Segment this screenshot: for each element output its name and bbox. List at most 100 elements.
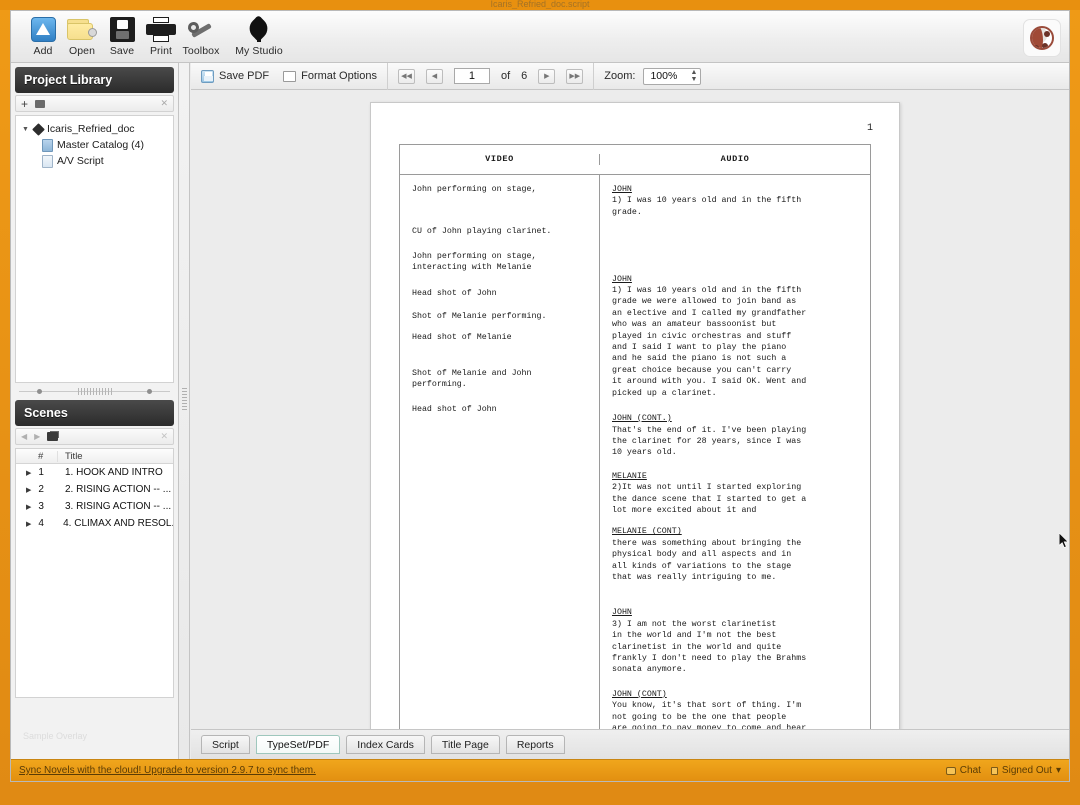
document-page-number: 1 (866, 123, 873, 134)
page-count-label: 6 (521, 70, 528, 82)
tab-script[interactable]: Script (201, 735, 250, 754)
video-cell: John performing on stage, (412, 185, 537, 194)
audio-text: 3) I am not the worst clarinetist in the… (612, 619, 807, 675)
sidebar-horizontal-splitter[interactable] (19, 387, 170, 396)
audio-text: That's the end of it. I've been playing … (612, 425, 807, 458)
x-icon[interactable]: ✕ (160, 431, 168, 442)
next-page-icon[interactable]: ▶ (538, 68, 556, 84)
page-number-input[interactable]: 1 (453, 68, 490, 84)
expand-icon[interactable]: ▶ (26, 486, 31, 494)
cards-icon[interactable] (47, 432, 59, 441)
video-cell: John performing on stage, interacting wi… (412, 251, 537, 273)
audio-cell: JOHN (CONT) You know, it's that sort of t… (612, 689, 860, 729)
video-cell: Head shot of John (412, 288, 497, 298)
chat-button[interactable]: Chat (945, 765, 981, 776)
twisty-icon[interactable]: ▼ (22, 126, 30, 133)
chat-label: Chat (959, 765, 981, 776)
tab-reports[interactable]: Reports (505, 735, 565, 754)
audio-speaker: JOHN (612, 274, 632, 284)
pdf-viewer[interactable]: 1 VIDEO AUDIO John performing on stage, C… (191, 90, 1069, 729)
left-arrow-icon[interactable]: ◀ (21, 432, 27, 441)
tab-index-cards[interactable]: Index Cards (346, 735, 425, 754)
tree-item-label: A/V Script (57, 155, 104, 167)
first-page-icon[interactable]: ◀◀ (397, 68, 415, 84)
expand-icon[interactable]: ▶ (26, 469, 31, 477)
account-status-label: Signed Out (1001, 765, 1052, 776)
audio-text: 1) I was 10 years old and in the fifth g… (612, 196, 802, 217)
sidebar-vertical-splitter[interactable] (179, 63, 190, 759)
tab-title-page[interactable]: Title Page (430, 735, 500, 754)
scenes-grid[interactable]: # Title ▶ 1 1. HOOK AND INTRO ▶ 2 2. RISIN… (15, 448, 174, 698)
mouse-cursor (1059, 533, 1069, 548)
tree-item-label: Icaris_Refried_doc (47, 123, 135, 135)
project-library-tree[interactable]: ▼ Icaris_Refried_doc Master Catalog (4) … (15, 115, 174, 383)
tree-item-label: Master Catalog (4) (57, 139, 144, 151)
toolbar-label-toolbox: Toolbox (182, 45, 220, 57)
scene-row[interactable]: ▶ 4 4. CLIMAX AND RESOL... (16, 515, 173, 532)
scenes-grid-header: # Title (16, 449, 173, 464)
plus-icon[interactable]: + (21, 97, 28, 111)
scene-row[interactable]: ▶ 2 2. RISING ACTION -- ... (16, 481, 173, 498)
zoom-select[interactable]: 100% ▲ ▼ (643, 67, 702, 85)
page-of-label: of (500, 70, 511, 82)
audio-cell: JOHN 1) I was 10 years old and in the fif… (612, 184, 860, 218)
document-icon (42, 154, 53, 168)
scene-title: 3. RISING ACTION -- ... (65, 501, 172, 512)
application-window: Add Open Save Print Toolbox My Studio Pr… (10, 10, 1070, 782)
x-icon[interactable]: ✕ (160, 98, 168, 109)
video-cell: Head shot of Melanie (412, 333, 512, 343)
scene-number: 4 (38, 518, 44, 529)
expand-icon[interactable]: ▶ (26, 503, 31, 511)
toolbar-button-toolbox[interactable]: Toolbox (171, 14, 231, 57)
chevron-down-icon: ▾ (1055, 765, 1061, 776)
tree-item-project[interactable]: ▼ Icaris_Refried_doc (16, 121, 173, 137)
save-pdf-button[interactable]: Save PDF (201, 69, 270, 83)
window-title: Icaris_Refried_doc.script (490, 0, 590, 9)
format-options-icon (283, 70, 297, 82)
wrench-icon (171, 14, 231, 44)
chat-icon (945, 766, 956, 775)
sync-upgrade-link[interactable]: Sync Novels with the cloud! Upgrade to v… (19, 765, 316, 776)
table-header-row: VIDEO AUDIO (400, 145, 870, 175)
toolbar-label-my-studio: My Studio (235, 45, 283, 57)
audio-speaker: JOHN (CONT.) (612, 414, 672, 424)
folder-icon[interactable] (35, 99, 46, 108)
audio-speaker: MELANIE (CONT) (612, 527, 682, 537)
account-status-button[interactable]: Signed Out ▾ (990, 765, 1061, 776)
audio-speaker: JOHN (612, 185, 632, 194)
scene-title: 1. HOOK AND INTRO (65, 467, 163, 478)
desktop-background: Icaris_Refried_doc.script Add Open Save (0, 0, 1080, 805)
audio-column: JOHN 1) I was 10 years old and in the fif… (600, 175, 870, 729)
tree-item-master-catalog[interactable]: Master Catalog (4) (16, 137, 173, 153)
chevron-updown-icon: ▲ ▼ (690, 69, 698, 83)
audio-cell: MELANIE (CONT) there was something about … (612, 526, 860, 583)
pdf-toolbar: Save PDF Format Options ◀◀ ◀ 1 of 6 ▶ ▶▶ (191, 62, 1069, 90)
tree-item-av-script[interactable]: A/V Script (16, 153, 173, 169)
audio-text: 1) I was 10 years old and in the fifth g… (612, 286, 807, 398)
project-library-header: Project Library (15, 67, 174, 93)
table-body: John performing on stage, CU of John play… (400, 175, 870, 729)
right-arrow-icon[interactable]: ▶ (34, 432, 40, 441)
app-logo-icon[interactable] (1023, 19, 1061, 57)
save-pdf-label: Save PDF (219, 70, 270, 82)
save-pdf-icon (201, 69, 214, 83)
document-page: 1 VIDEO AUDIO John performing on stage, C… (370, 102, 1069, 729)
audio-speaker: JOHN (CONT) (612, 689, 667, 699)
toolbar-button-my-studio[interactable]: My Studio (223, 14, 295, 57)
main-toolbar: Add Open Save Print Toolbox My Studio (11, 11, 1069, 63)
scenes-column-title: Title (65, 450, 83, 462)
scenes-title: Scenes (24, 406, 68, 420)
tab-typeset-pdf[interactable]: TypeSet/PDF (255, 735, 341, 754)
status-bar: Sync Novels with the cloud! Upgrade to v… (11, 759, 1069, 781)
format-options-button[interactable]: Format Options (283, 70, 377, 82)
scenes-toolbar: ◀ ▶ ✕ (15, 428, 174, 445)
format-options-label: Format Options (301, 70, 377, 82)
audio-text: there was something about bringing the p… (612, 538, 802, 582)
last-page-icon[interactable]: ▶▶ (566, 68, 584, 84)
scene-row[interactable]: ▶ 3 3. RISING ACTION -- ... (16, 498, 173, 515)
scene-row[interactable]: ▶ 1 1. HOOK AND INTRO (16, 464, 173, 481)
scenes-column-number: # (16, 450, 58, 462)
audio-cell: MELANIE 2)It was not until I started expl… (612, 471, 860, 517)
prev-page-icon[interactable]: ◀ (425, 68, 443, 84)
expand-icon[interactable]: ▶ (26, 520, 31, 528)
